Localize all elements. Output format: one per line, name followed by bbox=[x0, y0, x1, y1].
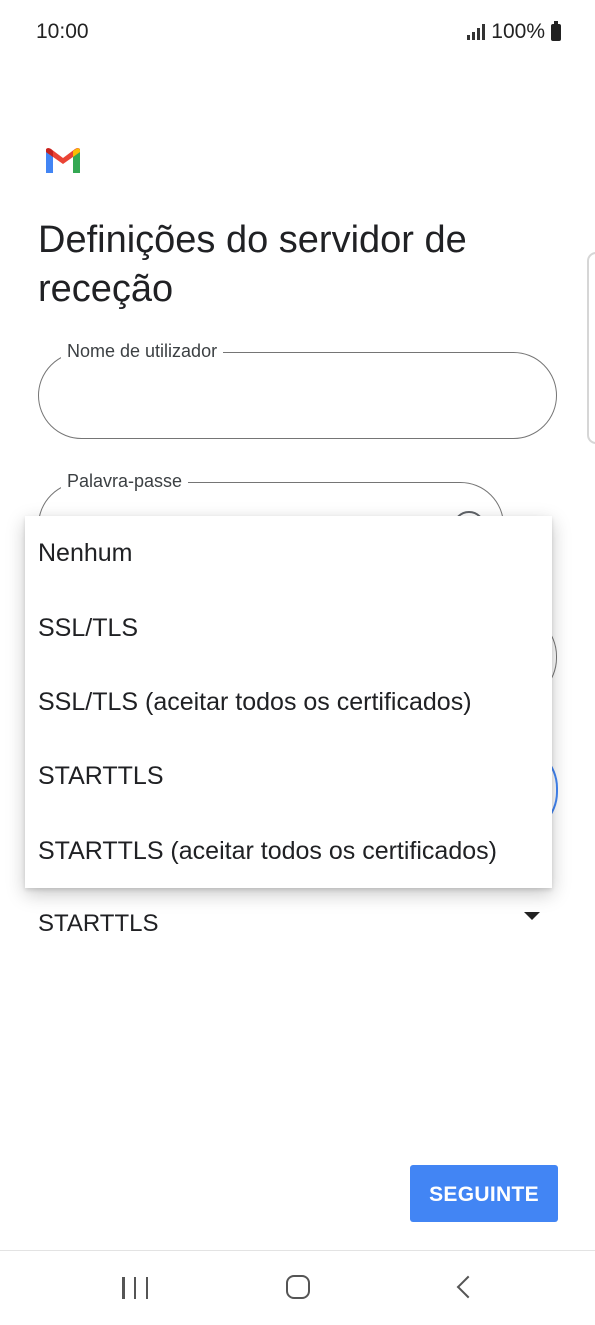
security-type-dropdown: Nenhum SSL/TLS SSL/TLS (aceitar todos os… bbox=[25, 516, 552, 888]
back-icon[interactable] bbox=[456, 1275, 480, 1299]
menu-item-ssl-tls[interactable]: SSL/TLS bbox=[25, 591, 552, 665]
chevron-down-icon bbox=[524, 912, 540, 920]
status-time: 10:00 bbox=[36, 20, 89, 43]
menu-item-starttls-accept-all[interactable]: STARTTLS (aceitar todos os certificados) bbox=[25, 814, 552, 888]
status-bar: 10:00 100% bbox=[0, 0, 595, 68]
security-type-value: STARTTLS bbox=[38, 910, 159, 937]
menu-item-ssl-tls-accept-all[interactable]: SSL/TLS (aceitar todos os certificados) bbox=[25, 665, 552, 739]
menu-item-starttls[interactable]: STARTTLS bbox=[25, 739, 552, 813]
signal-icon bbox=[467, 24, 486, 40]
security-type-select[interactable]: STARTTLS bbox=[38, 902, 558, 948]
next-button[interactable]: SEGUINTE bbox=[410, 1165, 558, 1222]
battery-percentage: 100% bbox=[491, 20, 545, 43]
username-field[interactable]: Nome de utilizador bbox=[38, 341, 557, 439]
navigation-bar bbox=[0, 1250, 595, 1325]
battery-icon bbox=[551, 20, 561, 41]
status-indicators: 100% bbox=[467, 20, 561, 44]
page-title: Definições do servidor de receção bbox=[38, 219, 467, 310]
menu-item-nenhum[interactable]: Nenhum bbox=[25, 516, 552, 590]
password-label: Palavra-passe bbox=[61, 471, 189, 492]
gmail-logo bbox=[46, 148, 80, 173]
scrollbar[interactable] bbox=[587, 252, 595, 444]
home-icon[interactable] bbox=[286, 1275, 310, 1299]
username-label: Nome de utilizador bbox=[61, 341, 224, 362]
recents-icon[interactable] bbox=[122, 1277, 148, 1299]
